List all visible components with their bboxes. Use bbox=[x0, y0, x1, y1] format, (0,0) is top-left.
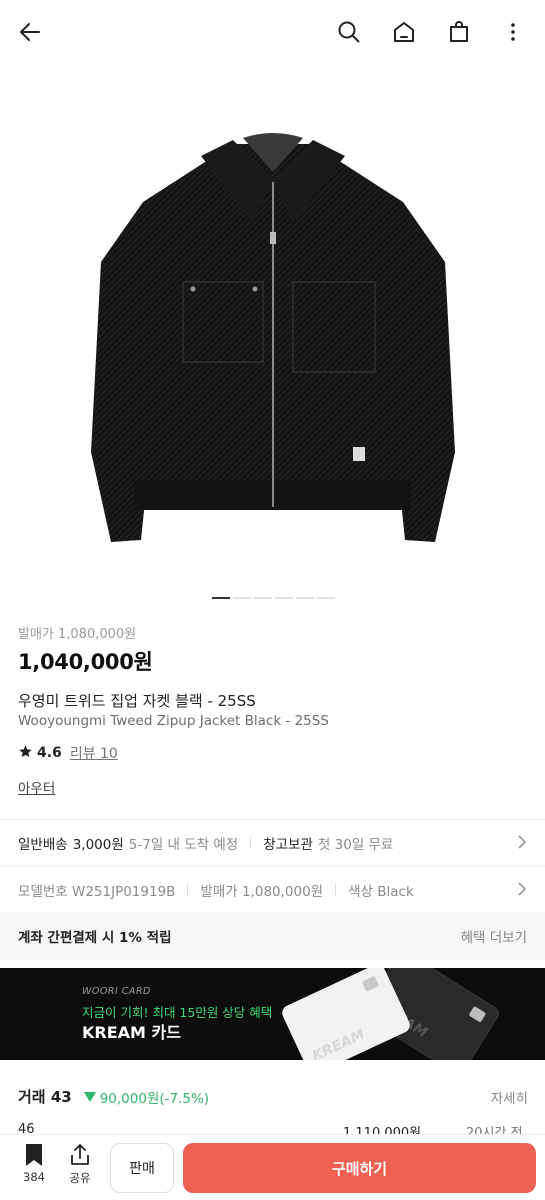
back-arrow-icon[interactable] bbox=[14, 16, 46, 48]
storage-label: 창고보관 bbox=[263, 837, 313, 853]
pager-dot[interactable] bbox=[296, 597, 314, 599]
trade-count: 거래 43 bbox=[18, 1088, 72, 1106]
pager-dot[interactable] bbox=[212, 597, 230, 599]
model-number: 모델번호 W251JP01919B bbox=[18, 884, 176, 900]
bottom-action-bar: 384 공유 판매 구매하기 bbox=[0, 1134, 545, 1200]
current-price: 1,040,000원 bbox=[18, 650, 153, 674]
jacket-illustration bbox=[90, 132, 455, 542]
product-image[interactable] bbox=[0, 64, 545, 589]
pager-dot[interactable] bbox=[275, 597, 293, 599]
pager-dot[interactable] bbox=[233, 597, 251, 599]
general-shipping-eta: 5-7일 내 도착 예정 bbox=[128, 837, 239, 853]
category-link[interactable]: 아우터 bbox=[18, 777, 528, 797]
bookmark-count: 384 bbox=[23, 1170, 45, 1184]
benefit-text: 계좌 간편결제 시 1% 적립 bbox=[18, 930, 172, 946]
pager-dot[interactable] bbox=[317, 597, 335, 599]
payment-benefit-bar[interactable]: 계좌 간편결제 시 1% 적립 혜택 더보기 bbox=[0, 912, 545, 960]
shipping-row[interactable]: 일반배송 3,000원 5-7일 내 도착 예정 창고보관 첫 30일 무료 bbox=[0, 820, 545, 866]
storage-detail: 첫 30일 무료 bbox=[317, 837, 394, 853]
rating-score: 4.6 bbox=[37, 745, 62, 761]
chevron-right-icon bbox=[517, 834, 527, 854]
price-change: 90,000원(-7.5%) bbox=[83, 1087, 210, 1107]
more-vertical-icon[interactable] bbox=[497, 16, 529, 48]
star-icon bbox=[18, 744, 33, 763]
card-chip-icon bbox=[468, 1005, 487, 1023]
pager-dot[interactable] bbox=[254, 597, 272, 599]
buy-button[interactable]: 구매하기 bbox=[183, 1143, 536, 1193]
trade-summary: 거래 43 90,000원(-7.5%) 자세히 bbox=[18, 1086, 528, 1107]
separator bbox=[250, 837, 252, 849]
price-change-value: 90,000원(-7.5%) bbox=[99, 1090, 210, 1107]
shopping-bag-icon[interactable] bbox=[443, 16, 475, 48]
trade-detail-link[interactable]: 자세히 bbox=[491, 1087, 528, 1107]
share-label: 공유 bbox=[69, 1171, 91, 1185]
specs-row[interactable]: 모델번호 W251JP01919B 발매가 1,080,000원 색상 Blac… bbox=[0, 867, 545, 913]
bookmark-button[interactable]: 384 bbox=[14, 1143, 54, 1184]
rating-row: 4.6 리뷰 10 bbox=[18, 743, 528, 763]
benefit-more-link[interactable]: 혜택 더보기 bbox=[461, 926, 527, 946]
image-pager bbox=[212, 597, 335, 599]
card-white-text: KREAM bbox=[309, 1026, 368, 1060]
down-triangle-icon bbox=[83, 1091, 96, 1102]
release-price: 발매가 1,080,000원 bbox=[18, 627, 137, 642]
spec-color: 색상 Black bbox=[348, 884, 414, 900]
general-shipping-fee: 3,000원 bbox=[72, 837, 124, 853]
banner-title: KREAM 카드 bbox=[82, 1023, 181, 1042]
kream-card-banner[interactable]: WOORI CARD 지금이 기회! 최대 15만원 상당 혜택 KREAM 카… bbox=[0, 968, 545, 1060]
card-chip-icon bbox=[361, 975, 380, 992]
spec-release-price: 발매가 1,080,000원 bbox=[200, 884, 324, 900]
product-name-en: Wooyoungmi Tweed Zipup Jacket Black - 25… bbox=[18, 713, 329, 729]
search-icon[interactable] bbox=[333, 16, 365, 48]
chevron-right-icon bbox=[517, 881, 527, 901]
product-name-ko: 우영미 트위드 집업 자켓 블랙 - 25SS bbox=[18, 692, 256, 710]
bookmark-icon bbox=[26, 1144, 42, 1166]
separator bbox=[335, 884, 337, 896]
separator bbox=[187, 884, 189, 896]
share-icon bbox=[71, 1144, 89, 1165]
top-bar bbox=[0, 0, 545, 64]
reviews-link[interactable]: 리뷰 10 bbox=[70, 743, 118, 763]
general-shipping-label: 일반배송 bbox=[18, 837, 68, 853]
share-button[interactable]: 공유 bbox=[60, 1143, 100, 1186]
banner-brand: WOORI CARD bbox=[82, 986, 151, 997]
sell-button[interactable]: 판매 bbox=[110, 1143, 174, 1193]
home-icon[interactable] bbox=[388, 16, 420, 48]
